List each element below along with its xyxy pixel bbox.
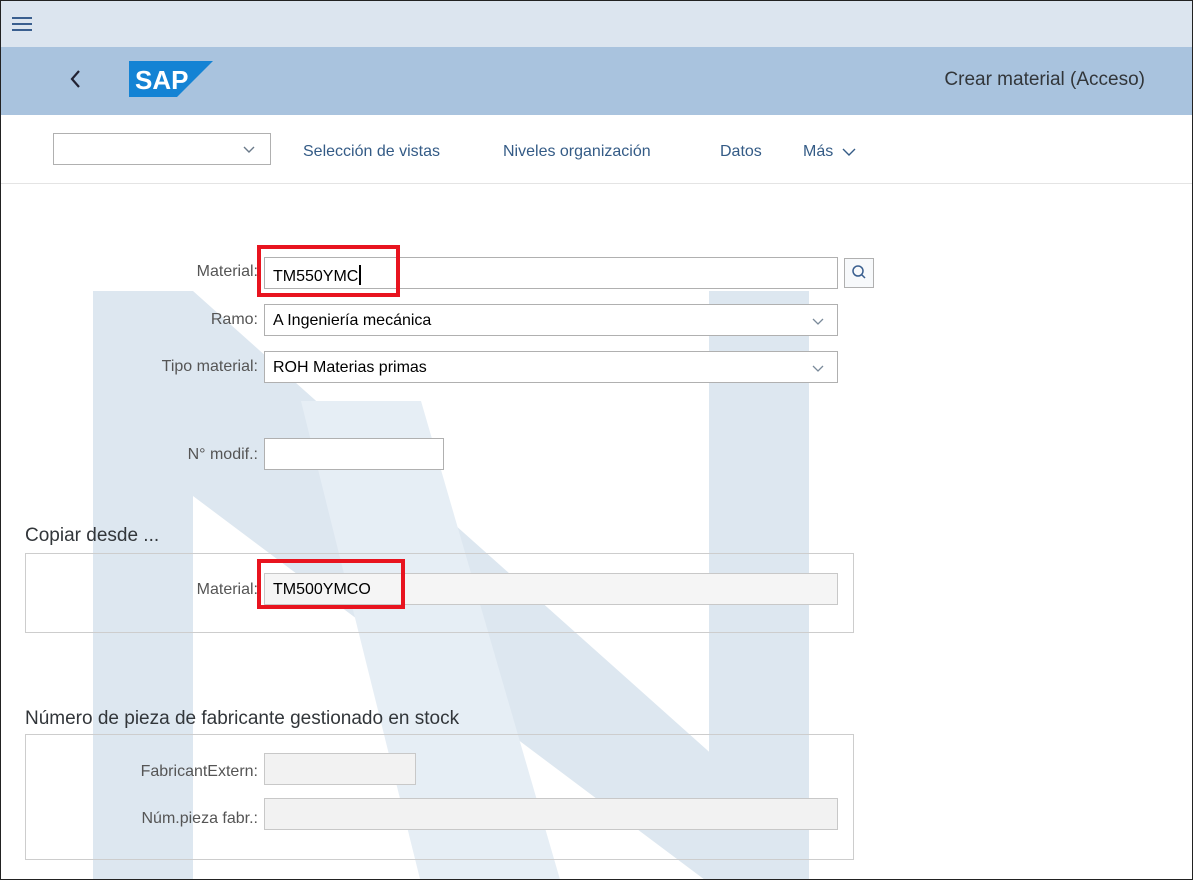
- pieza-fabr-input[interactable]: [264, 798, 838, 830]
- toolbar-datos[interactable]: Datos: [720, 143, 762, 161]
- highlight-box-material: [257, 245, 400, 297]
- chevron-down-icon: [812, 318, 824, 325]
- back-button[interactable]: [63, 63, 91, 95]
- top-menu-bar: [1, 1, 1192, 47]
- command-field-select[interactable]: [53, 133, 271, 165]
- chevron-left-icon: [70, 70, 80, 88]
- fabricant-extern-input[interactable]: [264, 753, 416, 785]
- copy-material-label: Material:: [196, 581, 258, 598]
- ramo-select[interactable]: A Ingeniería mecánica: [264, 304, 838, 336]
- chevron-down-icon: [243, 146, 255, 153]
- toolbar-mas-menu[interactable]: Más: [803, 143, 856, 161]
- highlight-box-copy-material: [257, 559, 405, 609]
- ramo-value: A Ingeniería mecánica: [273, 312, 432, 329]
- tipo-material-value: ROH Materias primas: [273, 359, 427, 376]
- value-help-button[interactable]: [844, 258, 874, 288]
- chevron-down-icon: [812, 365, 824, 372]
- toolbar: Selección de vistas Niveles organización…: [1, 115, 1192, 184]
- shell-bar: SAP Crear material (Acceso): [1, 47, 1192, 115]
- sap-logo-text: SAP: [135, 65, 188, 95]
- search-help-icon: [852, 265, 866, 279]
- modif-label: N° modif.:: [187, 446, 258, 463]
- mpn-group-box: [25, 734, 854, 860]
- tipo-material-label: Tipo material:: [161, 358, 258, 375]
- tipo-material-select[interactable]: ROH Materias primas: [264, 351, 838, 383]
- sap-logo: SAP: [129, 61, 213, 97]
- chevron-down-icon: [842, 148, 856, 156]
- copy-group-title: Copiar desde ...: [25, 525, 160, 546]
- toolbar-mas-label: Más: [803, 143, 834, 160]
- fabricant-extern-label: FabricantExtern:: [140, 763, 258, 780]
- initial-screen-form: Material: TM550YMC Ramo: A Ingeniería me…: [1, 183, 1192, 879]
- material-label: Material:: [196, 263, 258, 280]
- mpn-group-title: Número de pieza de fabricante gestionado…: [25, 708, 460, 729]
- modif-input[interactable]: [264, 438, 444, 470]
- hamburger-icon[interactable]: [12, 17, 32, 31]
- page-title: Crear material (Acceso): [944, 69, 1145, 90]
- pieza-fabr-label: Núm.pieza fabr.:: [141, 810, 259, 827]
- ramo-label: Ramo:: [210, 311, 258, 328]
- toolbar-seleccion-vistas[interactable]: Selección de vistas: [303, 143, 440, 161]
- toolbar-niveles-organizacion[interactable]: Niveles organización: [503, 143, 651, 161]
- app-window: SAP Crear material (Acceso) Selección de…: [0, 0, 1193, 880]
